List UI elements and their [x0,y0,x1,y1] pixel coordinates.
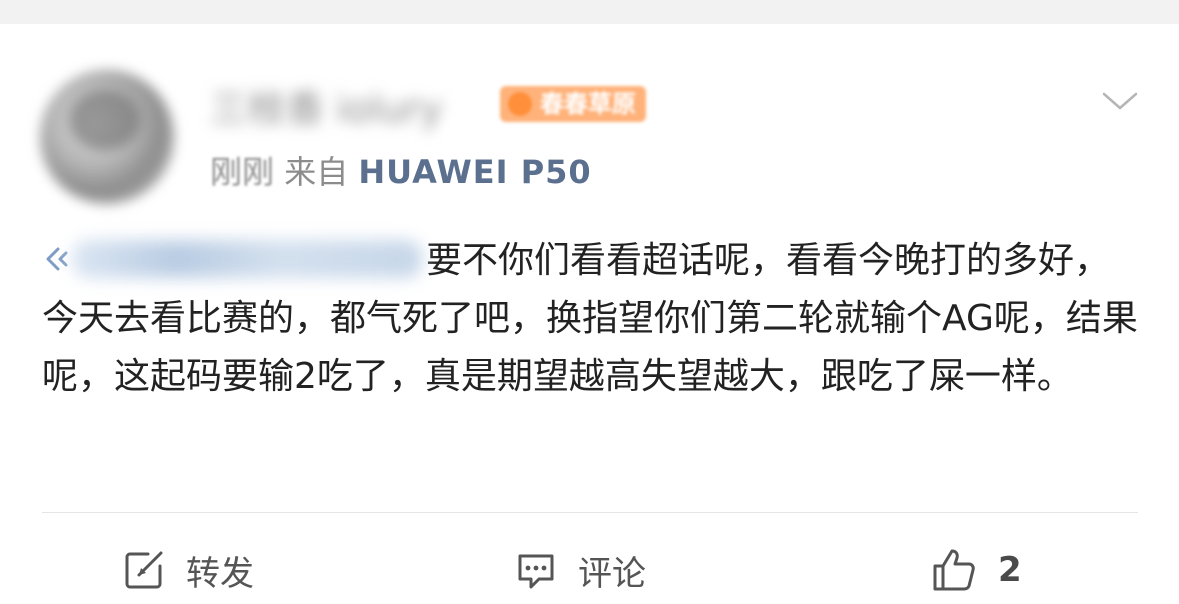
thumbs-up-icon [933,549,975,591]
like-count: 2 [998,550,1022,590]
divider [42,512,1138,513]
comment-label: 评论 [578,553,646,594]
post-meta: 刚刚 来自 HUAWEI P50 [210,151,592,193]
repost-button[interactable]: 转发 [122,542,254,598]
comment-button[interactable]: 评论 [514,542,646,598]
user-badge[interactable]: 春春草原 [500,86,646,122]
avatar[interactable] [40,70,174,204]
badge-label: 春春草原 [540,90,636,118]
repost-label: 转发 [186,553,254,594]
post-time: 刚刚 [210,153,275,191]
comment-icon [518,554,554,589]
chevron-down-icon[interactable] [1100,86,1140,116]
username[interactable]: 三枝香 iolury [210,84,443,134]
super-topic-name [72,240,422,278]
post-card: 三枝香 iolury 春春草原 刚刚 来自 HUAWEI P50 要不你们看看超… [0,24,1179,604]
top-separator [0,0,1179,24]
device-link[interactable]: HUAWEI P50 [358,153,591,191]
repost-icon [125,551,163,589]
badge-icon [508,92,532,116]
source-prefix: 来自 [284,153,349,191]
super-topic-icon [46,247,68,271]
post-body: 要不你们看看超话呢，看看今晚打的多好，今天去看比赛的，都气死了吧，换指望你们第二… [42,232,1142,406]
like-button[interactable]: 2 [930,542,1022,598]
super-topic-link[interactable] [42,238,422,278]
